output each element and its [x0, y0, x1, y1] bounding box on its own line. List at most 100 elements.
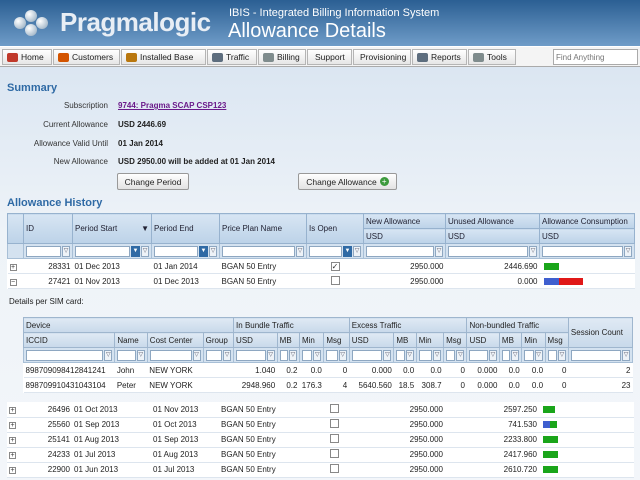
menu-customers[interactable]: Customers	[53, 49, 120, 65]
filter-icon[interactable]: ▽	[353, 245, 361, 257]
change-period-button[interactable]: Change Period	[117, 173, 189, 190]
col-price-plan[interactable]: Price Plan Name	[219, 213, 307, 244]
filter-start-input[interactable]	[75, 245, 130, 257]
filter-unused-input[interactable]	[448, 245, 528, 257]
filter-icon[interactable]: ▽	[456, 349, 465, 361]
subscription-link[interactable]: 9744: Pragma SCAP CSP123	[118, 101, 226, 110]
sim-filter-input[interactable]	[205, 349, 223, 361]
sim-filter-input[interactable]	[326, 349, 338, 361]
filter-icon[interactable]: ▽	[313, 349, 322, 361]
sim-col-header[interactable]: Msg	[544, 332, 569, 348]
table-row[interactable]: +25141 01 Aug 2013 01 Sep 2013 BGAN 50 Entr…	[7, 432, 634, 448]
table-row[interactable]: +26496 01 Oct 2013 01 Nov 2013 BGAN 50 Entr…	[7, 402, 634, 418]
filter-icon[interactable]: ▽	[622, 349, 630, 361]
menu-tools[interactable]: Tools	[468, 49, 516, 65]
filter-icon[interactable]: ▽	[296, 245, 304, 257]
filter-end-input[interactable]	[154, 245, 198, 257]
expand-icon[interactable]: +	[9, 437, 16, 444]
filter-icon[interactable]: ▽	[209, 245, 217, 257]
table-row[interactable]: −27421 01 Nov 2013 01 Dec 2013 BGAN 50 Entr…	[7, 273, 635, 289]
sim-col-header[interactable]: USD	[348, 332, 395, 348]
filter-icon[interactable]: ▽	[435, 245, 443, 257]
menu-billing[interactable]: Billing	[258, 49, 306, 65]
col-is-open[interactable]: Is Open	[306, 213, 364, 244]
dropdown-icon[interactable]: ▼	[343, 245, 352, 257]
table-row[interactable]: +22900 01 Jun 2013 01 Jul 2013 BGAN 50 Entr…	[7, 462, 634, 478]
sim-filter-input[interactable]	[351, 349, 383, 361]
filter-icon[interactable]: ▽	[141, 245, 149, 257]
col-allowance-consumption[interactable]: Allowance Consumption	[539, 213, 635, 229]
expand-icon[interactable]: +	[9, 406, 16, 414]
filter-icon[interactable]: ▽	[624, 245, 632, 257]
col-period-start[interactable]: Period Start ▼	[72, 213, 152, 244]
sim-row[interactable]: 898709910431043104 Peter NEW YORK 2948.960 0…	[23, 377, 633, 393]
filter-icon[interactable]: ▽	[338, 349, 347, 361]
sim-col-header[interactable]: Msg	[443, 332, 468, 348]
sim-col-header[interactable]: Min	[298, 332, 325, 348]
sim-col-header[interactable]: Min	[415, 332, 445, 348]
sim-filter-input[interactable]	[547, 349, 557, 361]
sim-filter-input[interactable]	[236, 349, 266, 361]
sim-filter-input[interactable]	[301, 349, 313, 361]
sim-filter-input[interactable]	[149, 349, 192, 361]
sim-col-header[interactable]: Cost Center	[146, 332, 204, 348]
col-session-count[interactable]: Session Count	[567, 317, 634, 348]
expand-icon[interactable]: +	[9, 422, 16, 429]
sim-col-header[interactable]: Msg	[323, 332, 350, 348]
col-new-allowance[interactable]: New Allowance	[363, 213, 446, 229]
filter-open-input[interactable]	[309, 245, 342, 257]
filter-icon[interactable]: ▽	[383, 349, 392, 361]
sim-col-header[interactable]: MB	[393, 332, 417, 348]
filter-icon[interactable]: ▽	[534, 349, 543, 361]
dropdown-icon[interactable]: ▼	[199, 245, 208, 257]
filter-icon[interactable]: ▽	[529, 245, 537, 257]
filter-icon[interactable]: ▽	[104, 349, 113, 361]
dropdown-icon[interactable]: ▼	[131, 245, 140, 257]
search-input[interactable]	[553, 49, 638, 65]
sim-filter-input[interactable]	[418, 349, 433, 361]
sim-filter-input[interactable]	[279, 349, 288, 361]
filter-icon[interactable]: ▽	[62, 245, 70, 257]
menu-reports[interactable]: Reports	[412, 49, 467, 65]
expand-icon[interactable]: +	[9, 467, 16, 474]
sim-col-header[interactable]: Group	[202, 332, 235, 348]
table-row[interactable]: +24233 01 Jul 2013 01 Aug 2013 BGAN 50 Entr…	[7, 447, 634, 463]
filter-id-input[interactable]	[26, 245, 61, 257]
sim-col-header[interactable]: USD	[233, 332, 278, 348]
table-row[interactable]: +25560 01 Sep 2013 01 Oct 2013 BGAN 50 Entr…	[7, 417, 634, 433]
sim-filter-input[interactable]	[117, 349, 136, 361]
sim-filter-input[interactable]	[524, 349, 534, 361]
change-allowance-button[interactable]: Change Allowance +	[298, 173, 397, 190]
filter-icon[interactable]: ▽	[223, 349, 232, 361]
sim-filter-input[interactable]	[446, 349, 456, 361]
sim-col-header[interactable]: Min	[521, 332, 546, 348]
filter-icon[interactable]: ▽	[511, 349, 520, 361]
sim-filter-input[interactable]	[396, 349, 405, 361]
filter-icon[interactable]: ▽	[136, 349, 145, 361]
filter-icon[interactable]: ▽	[557, 349, 566, 361]
expand-icon[interactable]: +	[9, 263, 17, 271]
filter-icon[interactable]: ▽	[266, 349, 275, 361]
col-unused-allowance[interactable]: Unused Allowance	[445, 213, 540, 229]
sim-col-header[interactable]: MB	[276, 332, 300, 348]
sim-col-header[interactable]: USD	[466, 332, 500, 348]
filter-icon[interactable]: ▽	[488, 349, 497, 361]
sim-filter-input[interactable]	[570, 349, 621, 361]
menu-home[interactable]: Home	[2, 49, 52, 65]
menu-installed-base[interactable]: Installed Base	[121, 49, 206, 65]
menu-traffic[interactable]: Traffic	[207, 49, 257, 65]
filter-icon[interactable]: ▽	[433, 349, 442, 361]
col-id[interactable]: ID	[23, 213, 73, 244]
menu-provisioning[interactable]: Provisioning	[353, 49, 411, 65]
filter-consumption-input[interactable]	[542, 245, 623, 257]
filter-icon[interactable]: ▽	[405, 349, 414, 361]
filter-new-input[interactable]	[366, 245, 434, 257]
sim-filter-input[interactable]	[501, 349, 511, 361]
sim-row[interactable]: 898709098412841241 John NEW YORK 1.040 0.2 0.…	[23, 362, 633, 378]
filter-plan-input[interactable]	[222, 245, 295, 257]
sim-filter-input[interactable]	[26, 349, 104, 361]
col-period-end[interactable]: Period End	[151, 213, 220, 244]
sim-col-header[interactable]: Name	[114, 332, 148, 348]
sim-col-header[interactable]: MB	[498, 332, 523, 348]
menu-support[interactable]: Support	[307, 49, 352, 65]
